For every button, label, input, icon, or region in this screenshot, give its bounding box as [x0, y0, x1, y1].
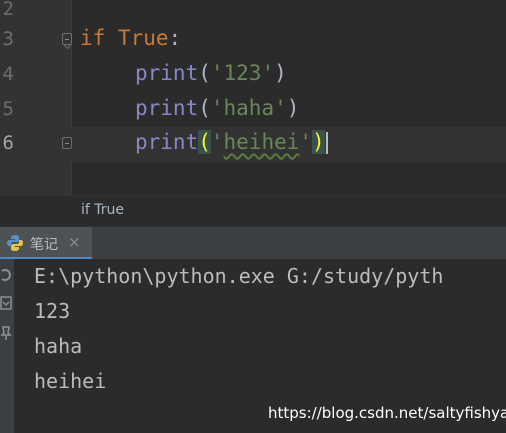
code-line-5[interactable]: 5 print('haha') — [0, 93, 506, 128]
scroll-to-end-icon[interactable] — [0, 295, 12, 311]
pin-tab-icon[interactable] — [0, 325, 12, 341]
builtin-print: print — [135, 96, 199, 120]
rerun-icon[interactable] — [0, 267, 12, 283]
string-quote-close: ' — [299, 130, 313, 154]
matched-paren-close: ) — [312, 130, 325, 154]
spelling-warning-text: heihei — [223, 130, 300, 154]
line-number: 2 — [2, 0, 14, 20]
paren-open: ( — [198, 96, 211, 120]
line-number: 5 — [2, 98, 14, 120]
close-tab-icon[interactable]: × — [68, 233, 81, 251]
breadcrumb-item[interactable]: if True — [81, 202, 124, 218]
code-line-3[interactable]: 3 if True: — [0, 23, 506, 58]
code-text: print('heihei') — [135, 130, 328, 154]
paren-close: ) — [286, 96, 300, 120]
console-line: heihei — [34, 369, 107, 393]
run-tool-window-tabbar: 笔记 × — [0, 226, 506, 260]
line-number: 6 — [2, 132, 14, 154]
watermark: https://blog.csdn.net/saltyfishyao — [268, 404, 506, 422]
code-text: print('123') — [135, 61, 287, 85]
line-number: 4 — [2, 63, 14, 85]
string-literal: '123' — [210, 61, 275, 85]
console-line: 123 — [34, 299, 71, 323]
string-quote-open: ' — [210, 130, 224, 154]
run-tab-label: 笔记 — [30, 237, 58, 253]
run-tab[interactable]: 笔记 × — [0, 227, 92, 259]
builtin-print: print — [135, 61, 199, 85]
keyword-if: if — [80, 26, 106, 50]
code-text: if True: — [80, 26, 181, 50]
console-line: E:\python\python.exe G:/study/pyth — [34, 264, 444, 288]
colon: : — [168, 26, 182, 50]
fold-collapse-icon[interactable] — [62, 33, 72, 45]
code-line-6-current[interactable]: 6 print('heihei') — [0, 127, 506, 162]
paren-close: ) — [274, 61, 287, 85]
matched-paren-open: ( — [198, 130, 211, 154]
string-literal: 'haha' — [210, 96, 287, 120]
paren-open: ( — [198, 61, 211, 85]
console-line: haha — [34, 334, 83, 358]
fold-end-icon[interactable] — [62, 137, 72, 149]
text-caret — [325, 132, 328, 154]
code-text: print('haha') — [135, 96, 299, 120]
python-icon — [7, 235, 23, 251]
breadcrumb[interactable]: if True — [0, 195, 506, 227]
keyword-true: True — [117, 26, 169, 50]
line-number: 3 — [2, 28, 14, 50]
builtin-print: print — [135, 130, 199, 154]
code-editor[interactable]: 2 3 if True: 4 print('123') 5 print('hah… — [0, 0, 506, 195]
code-line-4[interactable]: 4 print('123') — [0, 58, 506, 93]
run-toolbar — [0, 259, 14, 433]
